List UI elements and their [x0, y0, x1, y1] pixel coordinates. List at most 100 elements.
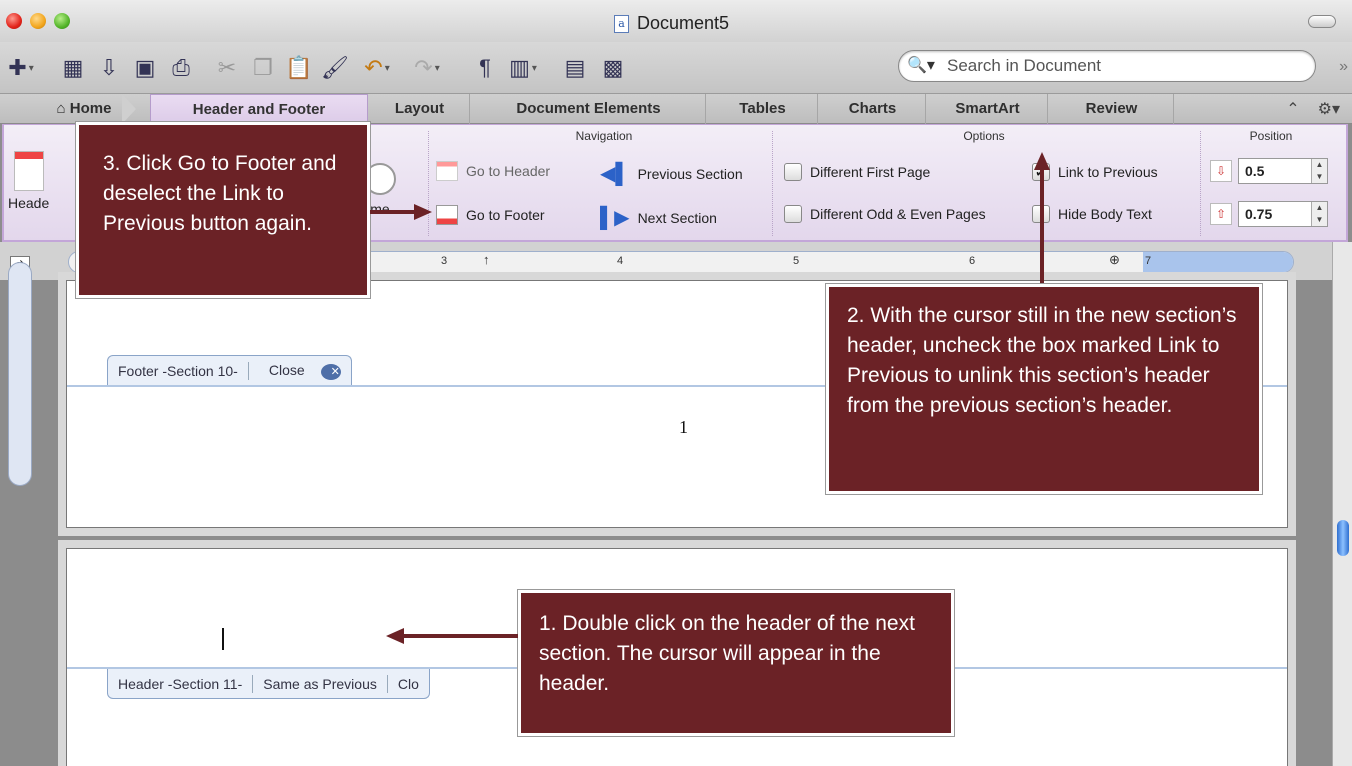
vertical-scrollbar[interactable] — [1332, 242, 1352, 766]
tab-separator-arrow — [122, 94, 136, 124]
print-icon[interactable]: ⎙ — [166, 54, 196, 82]
header-from-top-icon: ⇩ — [1210, 160, 1232, 182]
arrow-head-icon — [1034, 152, 1050, 170]
tab-charts[interactable]: Charts — [820, 94, 926, 124]
group-separator — [428, 131, 429, 236]
text-cursor — [222, 628, 224, 650]
toolbar-toggle-button[interactable] — [1308, 15, 1336, 28]
gallery-icon[interactable]: ▦ — [58, 54, 88, 82]
undo-icon[interactable]: ↶ ▾ — [362, 54, 392, 82]
page-number: 1 — [679, 417, 688, 437]
media-browser-icon[interactable]: ▤ — [560, 54, 590, 82]
save-icon[interactable]: ▣ — [130, 54, 160, 82]
position-group-title: Position — [1249, 129, 1293, 143]
gear-icon[interactable]: ⚙▾ — [1318, 99, 1340, 119]
document-icon: a — [614, 14, 629, 33]
callout-step-2: 2. With the cursor still in the new sect… — [826, 284, 1262, 494]
arrow-head-icon — [414, 204, 432, 220]
different-first-page-checkbox[interactable] — [784, 163, 802, 181]
zoom-window-button[interactable] — [54, 13, 70, 29]
ruler-number: 4 — [617, 255, 624, 267]
group-separator — [772, 131, 773, 236]
header-tab: Header -Section 11- Same as Previous Clo — [107, 669, 430, 699]
close-icon: ✕ — [320, 363, 341, 380]
word-window: a Document5 ✚ ▾ ▦ ⇩ ▣ ⎙ ✂ ❐ 📋 🖌 ↶ ▾ ↷ ▾ ¶ ▥… — [0, 0, 1352, 766]
link-to-previous-option[interactable]: ✓ Link to Previous — [1032, 163, 1158, 181]
standard-toolbar: ✚▾ ▦ ⇩ ▣ ⎙ ✂ ❐ 📋 🖌 ↶▾ ↷▾ ¶ ▥▾ ▤ ▩ 🔍▾ » — [0, 42, 1352, 94]
callout-2-arrow — [1040, 168, 1044, 286]
tab-smartart[interactable]: SmartArt — [928, 94, 1048, 124]
tab-marker-icon[interactable]: ↑ — [483, 252, 490, 267]
previous-section-button[interactable]: ◀▌ Previous Section — [600, 161, 743, 186]
next-section-icon: ▌▶ — [600, 207, 630, 229]
header-from-top-stepper[interactable]: 0.5 ▲ ▼ — [1238, 158, 1328, 184]
go-to-header-button[interactable]: Go to Header — [436, 161, 550, 181]
scroll-thumb[interactable] — [1337, 520, 1349, 556]
ruler-number: 5 — [793, 255, 800, 267]
close-footer-button[interactable]: Close ✕ — [249, 362, 351, 380]
title-bar: a Document5 — [0, 0, 1352, 42]
minimize-window-button[interactable] — [30, 13, 46, 29]
search-box: 🔍▾ — [898, 50, 1316, 82]
go-to-footer-icon — [436, 205, 458, 225]
paste-icon[interactable]: 📋 — [284, 54, 314, 82]
copy-icon[interactable]: ❐ — [248, 54, 278, 82]
vertical-ruler[interactable] — [8, 262, 32, 486]
ruler-number: 6 — [969, 255, 976, 267]
redo-icon[interactable]: ↷ ▾ — [412, 54, 442, 82]
footer-tab: Footer -Section 10- Close ✕ — [107, 355, 352, 385]
callout-step-3: 3. Click Go to Footer and deselect the L… — [76, 122, 370, 298]
pilcrow-icon[interactable]: ¶ — [470, 54, 500, 82]
stepper-arrows-icon[interactable]: ▲ ▼ — [1311, 159, 1327, 183]
callout-step-1: 1. Double click on the header of the nex… — [518, 590, 954, 736]
window-title-text: Document5 — [637, 13, 730, 33]
options-group-title: Options — [963, 129, 1005, 143]
window-title: a Document5 — [614, 13, 729, 34]
footer-from-bottom-stepper[interactable]: 0.75 ▲ ▼ — [1238, 201, 1328, 227]
callout-3-arrow — [370, 210, 416, 214]
different-odd-even-option[interactable]: Different Odd & Even Pages — [784, 205, 986, 223]
tab-header-and-footer[interactable]: Header and Footer — [150, 94, 368, 124]
search-input[interactable] — [947, 53, 1303, 79]
hide-body-text-option[interactable]: Hide Body Text — [1032, 205, 1152, 223]
ribbon-tabs: ⌂ Home Header and Footer Layout Document… — [0, 94, 1352, 124]
sidebar-icon[interactable]: ▥ ▾ — [508, 54, 538, 82]
go-to-footer-button[interactable]: Go to Footer — [436, 205, 545, 225]
tab-home[interactable]: ⌂ Home — [44, 94, 124, 124]
header-section-label: Header -Section 11- — [118, 675, 243, 692]
ruler-margin — [1143, 252, 1293, 272]
navigation-group-title: Navigation — [575, 129, 633, 143]
footer-from-bottom-icon: ⇧ — [1210, 203, 1232, 225]
home-icon: ⌂ — [56, 100, 66, 117]
previous-section-icon: ◀▌ — [600, 163, 630, 185]
open-icon[interactable]: ⇩ — [94, 54, 124, 82]
go-to-header-icon — [436, 161, 458, 181]
stepper-arrows-icon[interactable]: ▲ ▼ — [1311, 202, 1327, 226]
same-as-previous-label: Same as Previous — [263, 675, 377, 692]
ruler-number: 7 — [1145, 255, 1152, 267]
close-window-button[interactable] — [6, 13, 22, 29]
callout-1-arrow — [404, 634, 518, 638]
ruler-number: 3 — [441, 255, 448, 267]
new-icon[interactable]: ✚ ▾ — [6, 54, 36, 82]
indent-marker-icon[interactable]: ⊕ — [1109, 252, 1120, 268]
tab-document-elements[interactable]: Document Elements — [472, 94, 706, 124]
different-odd-even-checkbox[interactable] — [784, 205, 802, 223]
tab-review[interactable]: Review — [1050, 94, 1174, 124]
format-painter-icon[interactable]: 🖌 — [320, 54, 350, 82]
header-button[interactable]: Heade — [8, 151, 49, 211]
group-separator — [1200, 131, 1201, 236]
toolbox-icon[interactable]: ▩ — [598, 54, 628, 82]
tab-layout[interactable]: Layout — [370, 94, 470, 124]
footer-section-label: Footer -Section 10- — [118, 362, 238, 379]
next-section-button[interactable]: ▌▶ Next Section — [600, 205, 717, 230]
overflow-chevron-icon[interactable]: » — [1339, 58, 1348, 76]
collapse-ribbon-icon[interactable]: ⌃ — [1286, 99, 1299, 119]
tab-bar-icons: ⌃ ⚙▾ — [1286, 99, 1340, 119]
cut-icon[interactable]: ✂ — [212, 54, 242, 82]
close-header-button[interactable]: Clo — [388, 676, 429, 692]
arrow-head-icon — [386, 628, 404, 644]
search-icon[interactable]: 🔍▾ — [907, 55, 935, 75]
tab-tables[interactable]: Tables — [708, 94, 818, 124]
different-first-page-option[interactable]: Different First Page — [784, 163, 930, 181]
